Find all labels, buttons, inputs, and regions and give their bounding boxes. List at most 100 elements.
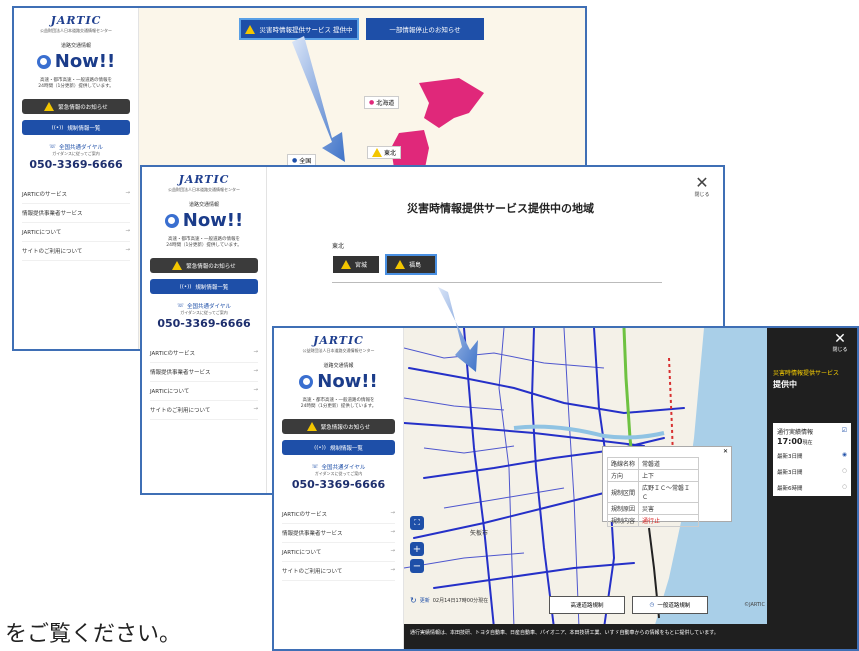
menu-item-about[interactable]: JARTICについて → — [282, 543, 395, 563]
brand-small: 道路交通情報 — [323, 363, 354, 369]
description: 高速・都市高速・一般道路の情報を 24時間（1分更新）提供しています。 — [166, 237, 242, 249]
region-label-tohoku[interactable]: 東北 — [367, 146, 402, 159]
brand-small: 道路交通情報 — [188, 202, 219, 208]
city-label: 矢板市 — [470, 530, 489, 537]
menu-item-about[interactable]: JARTICについて → — [22, 223, 130, 243]
mascot-icon — [36, 54, 51, 69]
radio-empty-icon[interactable]: ○ — [842, 468, 847, 476]
description: 高速・都市高速・一般道路の情報を 24時間（1分更新）提供しています。 — [38, 78, 114, 90]
description: 高速・都市高速・一般道路の情報を 24時間（1分更新）提供しています。 — [300, 398, 377, 410]
road-map[interactable]: 矢板市 ⛶ + − ✕ 路線名称 常磐道 方向 上下 規制区間 広野ＩＣ～常磐ＩＣ 規… — [403, 328, 771, 629]
menu-item-jartic-services[interactable]: JARTICのサービス → — [22, 185, 130, 205]
radio-option-3[interactable]: 最新6時間 ○ — [777, 484, 847, 492]
dial-sub: ガイダンスに従ってご案内 — [180, 310, 228, 316]
disaster-service-button[interactable]: 災害時情報提供サービス 提供中 — [239, 18, 359, 40]
arrow-right-icon: → — [125, 247, 130, 254]
menu-item-site-usage[interactable]: サイトのご利用について → — [150, 401, 258, 421]
screenshot-3: JARTIC 公益財団法人日本道路交通情報センター 道路交通情報 Now!! 高… — [272, 326, 859, 651]
menu-item-provider-services[interactable]: 情報提供事業者サービス — [22, 204, 130, 224]
now-logo: Now!! — [282, 371, 395, 392]
table-row: 規制原因 災害 — [606, 502, 700, 515]
table-row: 規制内容 通行止 — [606, 514, 700, 527]
phone-number[interactable]: 050-3369-6666 — [157, 317, 250, 330]
menu-item-jartic-services[interactable]: JARTICのサービス → — [150, 344, 258, 364]
closure-list-button[interactable]: ((•)) 規制情報一覧 — [150, 279, 258, 295]
minus-icon: − — [412, 560, 422, 572]
mascot-icon — [299, 374, 314, 389]
panel-status: 提供中 — [773, 380, 797, 389]
sidebar-menu: JARTICのサービス → 情報提供事業者サービス JARTICについて → サイト… — [22, 185, 130, 262]
dial-label: ☏ 全国共通ダイヤル — [49, 144, 103, 152]
closure-table: 路線名称 常磐道 方向 上下 規制区間 広野ＩＣ～常磐ＩＣ 規制原因 災害 規制内容 通行… — [606, 457, 700, 527]
sidebar-menu: JARTICのサービス → 情報提供事業者サービス → JARTICについて → サイ… — [282, 505, 395, 582]
plus-icon: + — [412, 543, 422, 555]
warning-icon — [245, 24, 256, 34]
emergency-info-button[interactable]: 緊急情報のお知らせ — [22, 99, 130, 115]
close-button[interactable]: ✕ 閉じる — [829, 332, 851, 353]
now-logo: Now!! — [150, 210, 258, 231]
broadcast-icon: ((•)) — [51, 124, 64, 131]
menu-item-site-usage[interactable]: サイトのご利用について → — [22, 242, 130, 262]
closure-list-button[interactable]: ((•)) 規制情報一覧 — [282, 440, 395, 456]
arrow-right-icon: → — [390, 548, 395, 555]
arrow-right-icon: → — [390, 510, 395, 517]
org-name: 公益財団法人日本道路交通情報センター — [40, 28, 112, 33]
copyright: ©JARTIC — [744, 602, 765, 608]
table-row: 規制区間 広野ＩＣ～常磐ＩＣ — [606, 481, 700, 503]
menu-item-about[interactable]: JARTICについて → — [150, 382, 258, 402]
phone-number[interactable]: 050-3369-6666 — [292, 478, 385, 491]
panel-title: 災害時情報提供サービス — [773, 370, 840, 377]
warning-icon — [172, 261, 183, 271]
divider — [332, 282, 662, 283]
traffic-options: 通行実績情報 ☑ 17:00現在 最新3日間 ◉ 最新3日間 ○ 最新6時間 ○ — [773, 423, 851, 496]
warning-icon — [341, 260, 351, 269]
emergency-info-button[interactable]: 緊急情報のお知らせ — [282, 419, 395, 435]
warning-icon — [44, 102, 55, 112]
arrow-right-icon: → — [390, 529, 395, 536]
suspend-notice-button[interactable]: 一部情報停止のお知らせ — [366, 18, 484, 40]
zoom-in-button[interactable]: + — [410, 542, 424, 556]
arrow-right-icon: → — [253, 349, 258, 356]
caption-text: をご覧ください。 — [5, 622, 182, 647]
table-row: 路線名称 常磐道 — [606, 457, 700, 470]
closure-popup: ✕ 路線名称 常磐道 方向 上下 規制区間 広野ＩＣ～常磐ＩＣ 規制原因 災害 規制内容… — [602, 446, 732, 527]
radio-selected-icon[interactable]: ◉ — [842, 452, 847, 460]
radio-empty-icon[interactable]: ○ — [842, 484, 847, 492]
menu-item-jartic-services[interactable]: JARTICのサービス → — [282, 505, 395, 525]
zoom-out-button[interactable]: − — [410, 559, 424, 573]
warning-icon — [306, 422, 317, 432]
refresh-icon[interactable]: ↻ — [410, 596, 417, 605]
arrow-right-icon: → — [253, 387, 258, 394]
jartic-logo: JARTIC — [50, 14, 102, 27]
general-road-closure-button[interactable]: ◷ 一般道路規制 — [632, 596, 708, 614]
menu-item-site-usage[interactable]: サイトのご利用について → — [282, 562, 395, 582]
now-logo: Now!! — [22, 51, 130, 72]
table-row: 方向 上下 — [606, 469, 700, 482]
fullscreen-button[interactable]: ⛶ — [410, 516, 424, 530]
radio-option-1[interactable]: 最新3日間 ◉ — [777, 452, 847, 460]
traffic-checkbox-row[interactable]: 通行実績情報 ☑ — [777, 427, 847, 436]
menu-item-provider-services[interactable]: 情報提供事業者サービス → — [282, 524, 395, 544]
checkbox-checked-icon[interactable]: ☑ — [842, 427, 847, 436]
pref-button-miyagi[interactable]: 宮城 — [333, 256, 379, 273]
arrow-right-icon: → — [125, 190, 130, 197]
popup-close-icon[interactable]: ✕ — [723, 448, 728, 455]
menu-item-provider-services[interactable]: 情報提供事業者サービス → — [150, 363, 258, 383]
pin-icon: ● — [369, 99, 375, 106]
highway-closure-button[interactable]: 高速道路規制 — [549, 596, 625, 614]
phone-number[interactable]: 050-3369-6666 — [29, 158, 122, 171]
region-label-hokkaido[interactable]: ● 北海道 — [364, 96, 400, 109]
warning-icon — [372, 148, 382, 157]
closure-list-button[interactable]: ((•)) 規制情報一覧 — [22, 120, 130, 136]
arrow-right-icon: → — [125, 228, 130, 235]
close-button[interactable]: ✕ 閉じる — [691, 175, 713, 199]
arrow-right-icon: → — [253, 406, 258, 413]
pin-icon: ● — [292, 157, 298, 164]
pref-button-fukushima[interactable]: 福島 — [385, 254, 437, 275]
mascot-icon — [164, 213, 179, 228]
sidebar-menu: JARTICのサービス → 情報提供事業者サービス → JARTICについて → サイ… — [150, 344, 258, 421]
region-heading: 東北 — [332, 243, 345, 250]
fullscreen-icon: ⛶ — [414, 518, 420, 527]
emergency-info-button[interactable]: 緊急情報のお知らせ — [150, 258, 258, 274]
radio-option-2[interactable]: 最新3日間 ○ — [777, 468, 847, 476]
